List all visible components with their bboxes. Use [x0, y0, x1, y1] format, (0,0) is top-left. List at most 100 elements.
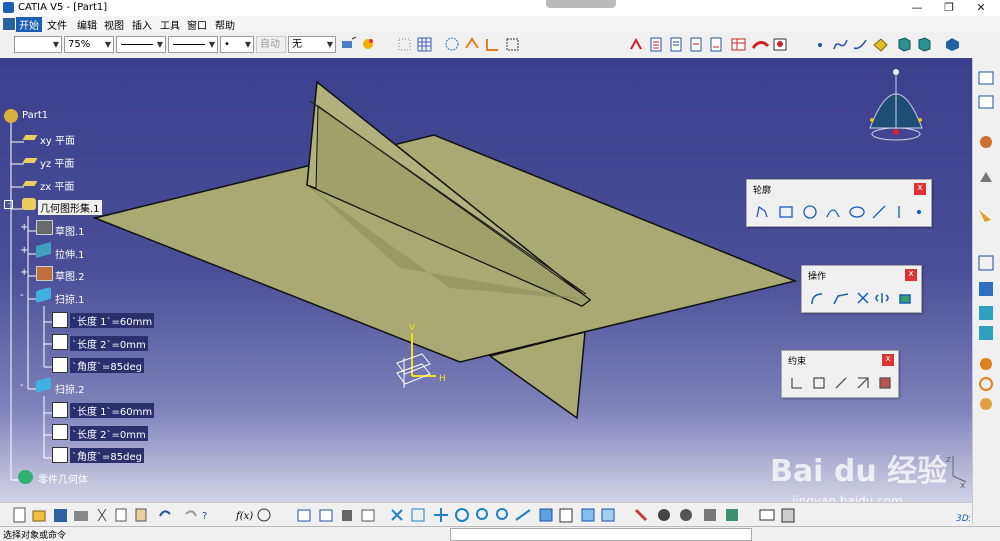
- paste-icon: [135, 508, 147, 522]
- menu-tools[interactable]: 工具: [157, 17, 183, 32]
- parameter-length2[interactable]: `长度 2`=0mm: [70, 426, 148, 441]
- right-tools[interactable]: [977, 70, 997, 510]
- parameter-length2[interactable]: `长度 2`=0mm: [70, 336, 148, 351]
- close-icon[interactable]: x: [914, 183, 926, 195]
- parameter-icon[interactable]: [52, 357, 68, 373]
- surface-patch-icon[interactable]: [752, 36, 769, 53]
- expand-toggle-icon[interactable]: +: [20, 246, 28, 256]
- constraint-toolbar[interactable]: 约束 x: [781, 350, 899, 398]
- geoset-icon[interactable]: [22, 198, 36, 210]
- spec-tree-icon[interactable]: [648, 36, 665, 53]
- view-mode-icon[interactable]: [944, 36, 961, 53]
- close-icon[interactable]: x: [882, 354, 894, 366]
- menu-view[interactable]: 视图: [101, 17, 127, 32]
- tree-item-body[interactable]: 零件几何体: [38, 471, 88, 486]
- tree-item-geoset[interactable]: 几何图形集.1: [38, 200, 102, 215]
- menu-start[interactable]: 开始: [16, 17, 42, 32]
- linewidth-combo[interactable]: ▼: [116, 36, 166, 53]
- list-view-icon[interactable]: [668, 36, 685, 53]
- tree-item-sketch2[interactable]: 草图.2: [55, 268, 85, 283]
- parameter-icon[interactable]: [52, 424, 68, 440]
- standard-toolbar: ? f(x) 3DS: [0, 502, 972, 527]
- snap-grid-icon[interactable]: [416, 36, 433, 53]
- table-icon[interactable]: [730, 36, 747, 53]
- rotate-view-icon[interactable]: [896, 36, 913, 53]
- menu-edit[interactable]: 编辑: [74, 17, 100, 32]
- collapse-toggle-icon[interactable]: -: [4, 200, 13, 209]
- whats-this-icon: ?: [202, 511, 207, 522]
- extrude-surface[interactable]: [92, 134, 798, 363]
- spline-icon[interactable]: [832, 36, 849, 53]
- sketch-analysis-icon[interactable]: [628, 36, 645, 53]
- grid-dots-icon[interactable]: [396, 36, 413, 53]
- operation-tools[interactable]: [808, 289, 918, 307]
- constraint-icon: [813, 377, 825, 389]
- tree-item-yz-plane[interactable]: yz 平面: [40, 155, 74, 170]
- parameter-icon[interactable]: [52, 447, 68, 463]
- construction-element-icon[interactable]: [444, 36, 461, 53]
- grid-tool-icon: [978, 255, 994, 271]
- maximize-button[interactable]: ❐: [934, 1, 964, 14]
- profile-tools[interactable]: [753, 203, 928, 221]
- tree-item-extrude1[interactable]: 拉伸.1: [55, 246, 85, 261]
- rectangle-icon: [779, 206, 793, 218]
- constraint-tools[interactable]: [788, 374, 896, 392]
- operation-toolbar[interactable]: 操作 x: [801, 265, 922, 313]
- select-sketch-icon[interactable]: [504, 36, 521, 53]
- tree-item-xy-plane[interactable]: xy 平面: [40, 132, 75, 147]
- close-button[interactable]: ✕: [966, 1, 996, 14]
- formula-list-icon[interactable]: [708, 36, 725, 53]
- normal-view-icon[interactable]: [916, 36, 933, 53]
- expand-toggle-icon[interactable]: +: [20, 268, 28, 278]
- tree-item-zx-plane[interactable]: zx 平面: [40, 178, 74, 193]
- compass-icon[interactable]: [869, 69, 923, 141]
- tree-root-part1[interactable]: Part1: [22, 110, 48, 121]
- point-icon[interactable]: [812, 36, 829, 53]
- color-combo[interactable]: ▼: [14, 36, 62, 53]
- part-gear-icon[interactable]: [4, 109, 18, 123]
- command-input[interactable]: [450, 528, 752, 541]
- collapse-toggle-icon[interactable]: -: [20, 381, 27, 391]
- rendering-combo[interactable]: 自动: [256, 36, 286, 53]
- measure-icon[interactable]: [688, 36, 705, 53]
- project-icon[interactable]: [872, 36, 889, 53]
- body-gear-icon[interactable]: [18, 470, 33, 484]
- document-icon[interactable]: [3, 18, 15, 30]
- sketch-icon[interactable]: [36, 220, 53, 235]
- ruler-icon: [759, 509, 775, 521]
- parameter-angle[interactable]: `角度`=85deg: [70, 358, 144, 373]
- tree-item-sweep2[interactable]: 扫掠.2: [55, 381, 85, 396]
- parameter-icon[interactable]: [52, 402, 68, 418]
- menu-insert[interactable]: 插入: [129, 17, 155, 32]
- format-painter-icon[interactable]: [340, 36, 357, 53]
- geometric-constraints-icon[interactable]: [464, 36, 481, 53]
- dimensional-constraints-icon[interactable]: [484, 36, 501, 53]
- menu-file[interactable]: 文件: [44, 17, 70, 32]
- graphic-properties-icon[interactable]: [360, 36, 377, 53]
- linetype-combo[interactable]: ▼: [168, 36, 218, 53]
- parameter-icon[interactable]: [52, 312, 68, 328]
- profile-toolbar[interactable]: 轮廓 x: [746, 179, 932, 227]
- parameter-icon[interactable]: [52, 334, 68, 350]
- bottom-tools[interactable]: ? f(x) 3DS: [10, 506, 970, 524]
- tree-item-sweep1[interactable]: 扫掠.1: [55, 291, 85, 306]
- point-style-combo[interactable]: • ▼: [220, 36, 254, 53]
- 3d-viewport[interactable]: V H z x Part1 xy 平面 yz 平面 zx 平面 - 几何图形集.…: [0, 58, 972, 524]
- layer-combo[interactable]: 无 ▼: [288, 36, 336, 53]
- undo-icon: [159, 510, 171, 517]
- collapse-toggle-icon[interactable]: -: [20, 291, 27, 301]
- minimize-button[interactable]: —: [902, 1, 932, 14]
- menu-window[interactable]: 窗口: [184, 17, 210, 32]
- connect-curve-icon[interactable]: [852, 36, 869, 53]
- sketch-icon[interactable]: [36, 266, 53, 281]
- transparency-combo[interactable]: 75% ▼: [64, 36, 114, 53]
- tree-item-sketch1[interactable]: 草图.1: [55, 223, 85, 238]
- catalog-icon[interactable]: [772, 36, 789, 53]
- close-icon[interactable]: x: [905, 269, 917, 281]
- parameter-length1[interactable]: `长度 1`=60mm: [70, 313, 155, 328]
- parameter-length1[interactable]: `长度 1`=60mm: [70, 403, 155, 418]
- menu-help[interactable]: 帮助: [212, 17, 238, 32]
- parameter-angle[interactable]: `角度`=85deg: [70, 448, 144, 463]
- expand-toggle-icon[interactable]: +: [20, 223, 28, 233]
- pan-icon: [434, 508, 448, 522]
